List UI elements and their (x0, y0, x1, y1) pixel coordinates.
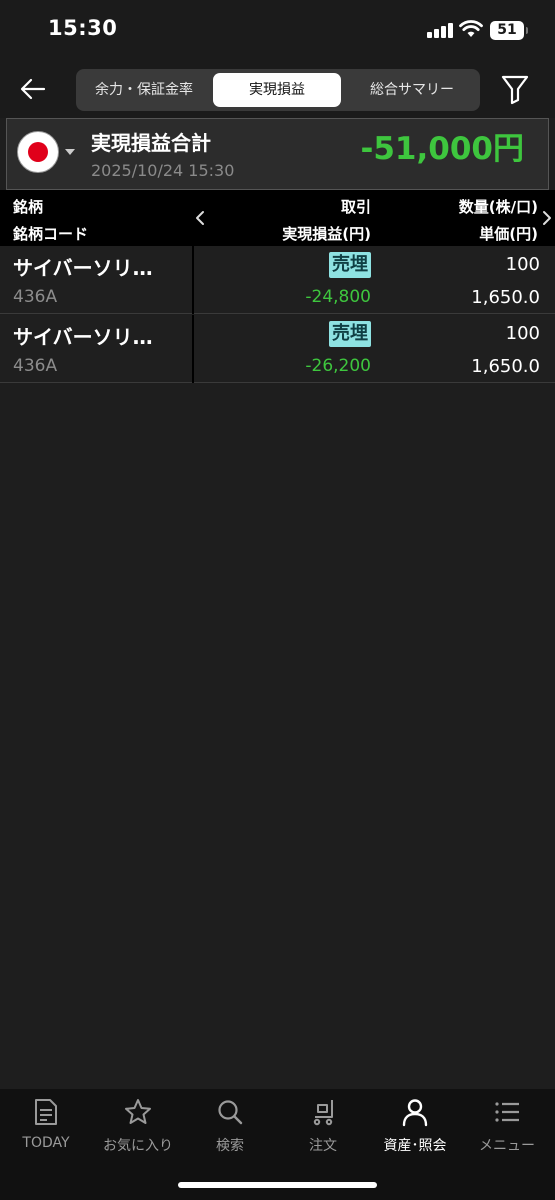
table-row[interactable]: サイバーソリ… 436A 売埋 -26,200 100 1,650.0 (0, 315, 555, 383)
menu-icon (495, 1102, 519, 1122)
realized-pl-value: -24,800 (305, 287, 371, 307)
bottom-nav-assets[interactable]: 資産･照会 (369, 1097, 461, 1167)
person-icon (402, 1099, 428, 1127)
chevron-down-icon[interactable] (65, 149, 75, 155)
search-icon (218, 1100, 243, 1125)
status-bar: 15:30 51 (0, 0, 555, 62)
bottom-nav-label: TODAY (22, 1135, 70, 1151)
header-realized-pl: 実現損益(円) (282, 225, 371, 243)
quantity-value: 100 (505, 254, 540, 275)
wifi-icon (459, 20, 483, 37)
nav-bar: 余力・保証金率 実現損益 総合サマリー (0, 62, 555, 118)
header-unit-price: 単価(円) (479, 225, 538, 243)
stock-name: サイバーソリ… (13, 256, 153, 280)
star-icon (125, 1099, 151, 1124)
chevron-left-icon[interactable] (194, 210, 206, 226)
column-divider (192, 246, 194, 314)
japan-flag-icon[interactable] (17, 131, 59, 173)
trade-type-badge: 売埋 (329, 252, 371, 278)
header-stock-code: 銘柄コード (13, 225, 89, 243)
realized-pl-summary: 実現損益合計 2025/10/24 15:30 -51,000円 (6, 118, 549, 190)
status-time: 15:30 (48, 16, 118, 40)
battery-icon: 51 (490, 21, 528, 40)
header-stock: 銘柄 (13, 198, 44, 216)
trade-type-badge: 売埋 (329, 321, 371, 347)
home-indicator (178, 1182, 377, 1188)
chevron-right-icon[interactable] (541, 210, 553, 226)
unit-price-value: 1,650.0 (471, 356, 540, 377)
bottom-nav-menu[interactable]: メニュー (461, 1097, 553, 1167)
bottom-nav-order[interactable]: 注文 (277, 1097, 369, 1167)
table-row[interactable]: サイバーソリ… 436A 売埋 -24,800 100 1,650.0 (0, 246, 555, 314)
bottom-nav-label: メニュー (479, 1138, 535, 1154)
summary-title: 実現損益合計 (91, 131, 211, 155)
bottom-nav-label: 検索 (216, 1138, 244, 1154)
quantity-value: 100 (505, 323, 540, 344)
stock-code: 436A (13, 356, 58, 376)
stock-code: 436A (13, 287, 58, 307)
summary-datetime: 2025/10/24 15:30 (91, 161, 235, 180)
filter-icon[interactable] (500, 73, 530, 105)
bottom-nav-favorites[interactable]: お気に入り (92, 1097, 184, 1167)
news-icon (35, 1099, 57, 1125)
bottom-nav-today[interactable]: TODAY (0, 1097, 92, 1167)
header-quantity: 数量(株/口) (458, 198, 538, 216)
table-header: 銘柄 銘柄コード 取引 実現損益(円) 数量(株/口) 単価(円) (0, 190, 555, 246)
bottom-nav-label: お気に入り (103, 1138, 173, 1154)
bottom-nav-search[interactable]: 検索 (184, 1097, 276, 1167)
bottom-nav-label: 注文 (309, 1138, 337, 1154)
cart-icon (313, 1100, 333, 1126)
tab-margin[interactable]: 余力・保証金率 (76, 69, 212, 111)
segmented-tabs: 余力・保証金率 実現損益 総合サマリー (76, 69, 480, 111)
tab-summary[interactable]: 総合サマリー (344, 69, 480, 111)
header-trade: 取引 (340, 198, 371, 216)
tab-realized-pl[interactable]: 実現損益 (213, 73, 341, 107)
stock-name: サイバーソリ… (13, 325, 153, 349)
realized-pl-value: -26,200 (305, 356, 371, 376)
unit-price-value: 1,650.0 (471, 287, 540, 308)
column-divider (192, 315, 194, 383)
summary-total: -51,000円 (360, 131, 525, 167)
bottom-nav-label: 資産･照会 (383, 1138, 447, 1154)
back-arrow-icon[interactable] (18, 74, 48, 104)
signal-icon (427, 22, 453, 38)
